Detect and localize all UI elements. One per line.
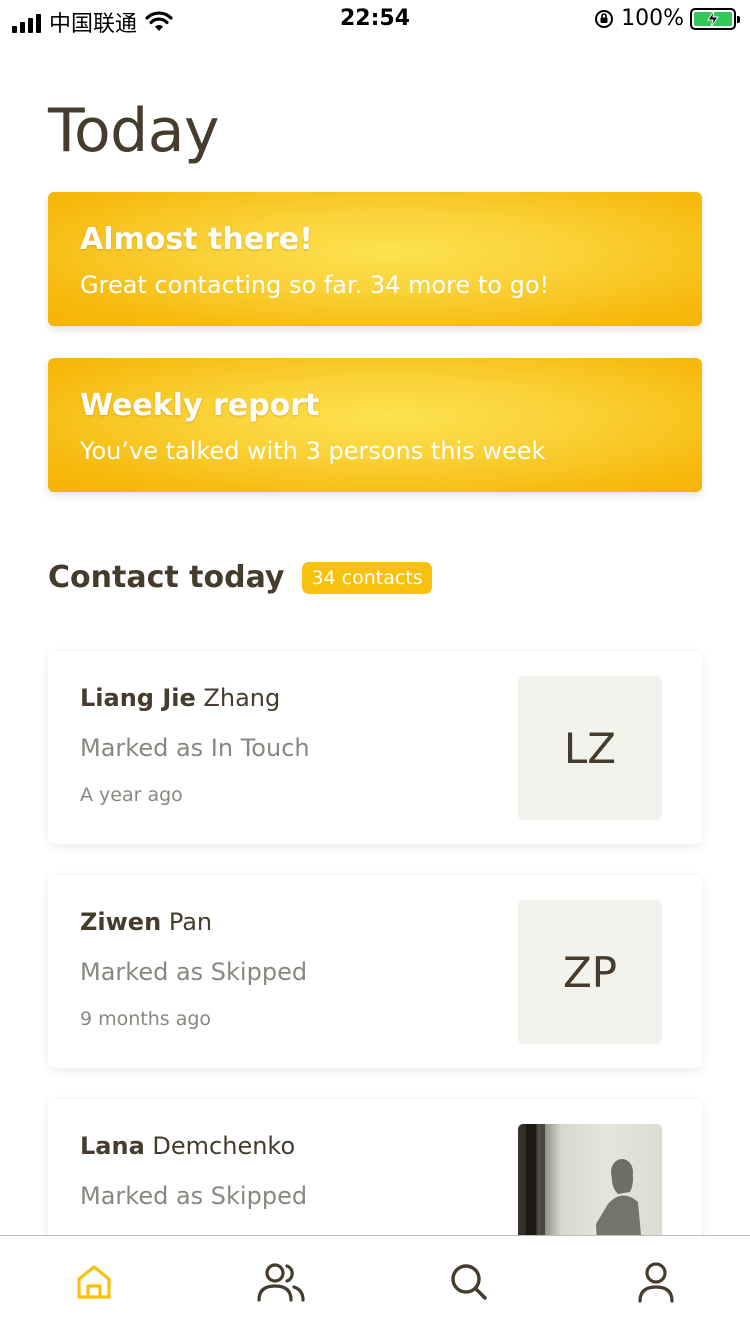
progress-banner[interactable]: Almost there! Great contacting so far. 3… bbox=[48, 192, 702, 326]
contact-last-name: Pan bbox=[168, 908, 213, 936]
banner-text: You’ve talked with 3 persons this week bbox=[80, 437, 546, 465]
contact-last-name: Zhang bbox=[203, 684, 281, 712]
avatar: ZP bbox=[518, 900, 662, 1044]
contact-first-name: Lana bbox=[80, 1132, 145, 1160]
contact-today-header: Contact today 34 contacts bbox=[48, 560, 432, 595]
contact-first-name: Liang Jie bbox=[80, 684, 196, 712]
tab-contacts[interactable] bbox=[188, 1236, 376, 1334]
avatar: LZ bbox=[518, 676, 662, 820]
contact-status: Marked as In Touch bbox=[80, 734, 310, 762]
tab-home[interactable] bbox=[0, 1236, 188, 1334]
battery-icon bbox=[690, 7, 740, 30]
orientation-lock-icon bbox=[595, 9, 614, 28]
contact-first-name: Ziwen bbox=[80, 908, 162, 936]
weekly-report-banner[interactable]: Weekly report You’ve talked with 3 perso… bbox=[48, 358, 702, 492]
contact-time: A year ago bbox=[80, 784, 183, 806]
contact-info: Ziwen Pan Marked as Skipped 9 months ago bbox=[80, 908, 307, 1030]
banner-title: Weekly report bbox=[80, 388, 320, 423]
contact-info: Lana Demchenko Marked as Skipped bbox=[80, 1132, 307, 1210]
contact-card[interactable]: Ziwen Pan Marked as Skipped 9 months ago… bbox=[48, 876, 702, 1068]
contact-status: Marked as Skipped bbox=[80, 958, 308, 986]
contacts-count-badge: 34 contacts bbox=[302, 561, 432, 594]
profile-icon bbox=[638, 1262, 674, 1303]
contact-status: Marked as Skipped bbox=[80, 1182, 308, 1210]
home-icon bbox=[77, 1265, 111, 1299]
banner-text: Great contacting so far. 34 more to go! bbox=[80, 271, 550, 299]
banner-title: Almost there! bbox=[80, 222, 313, 257]
tab-bar bbox=[0, 1235, 750, 1334]
contact-name: Liang Jie Zhang bbox=[80, 684, 310, 712]
status-bar: 中国联通 22:54 100% bbox=[0, 0, 750, 40]
contact-info: Liang Jie Zhang Marked as In Touch A yea… bbox=[80, 684, 310, 806]
section-title: Contact today bbox=[48, 560, 285, 595]
tab-search[interactable] bbox=[375, 1236, 563, 1334]
contact-last-name: Demchenko bbox=[152, 1132, 296, 1160]
status-bar-right: 100% bbox=[593, 6, 740, 31]
contact-name: Lana Demchenko bbox=[80, 1132, 307, 1160]
contact-card[interactable]: Liang Jie Zhang Marked as In Touch A yea… bbox=[48, 652, 702, 844]
contact-name: Ziwen Pan bbox=[80, 908, 307, 936]
search-icon bbox=[451, 1264, 487, 1300]
battery-percent: 100% bbox=[621, 6, 684, 31]
tab-profile[interactable] bbox=[563, 1236, 750, 1334]
page-title: Today bbox=[48, 96, 220, 166]
contact-time: 9 months ago bbox=[80, 1008, 212, 1030]
people-icon bbox=[257, 1263, 305, 1302]
